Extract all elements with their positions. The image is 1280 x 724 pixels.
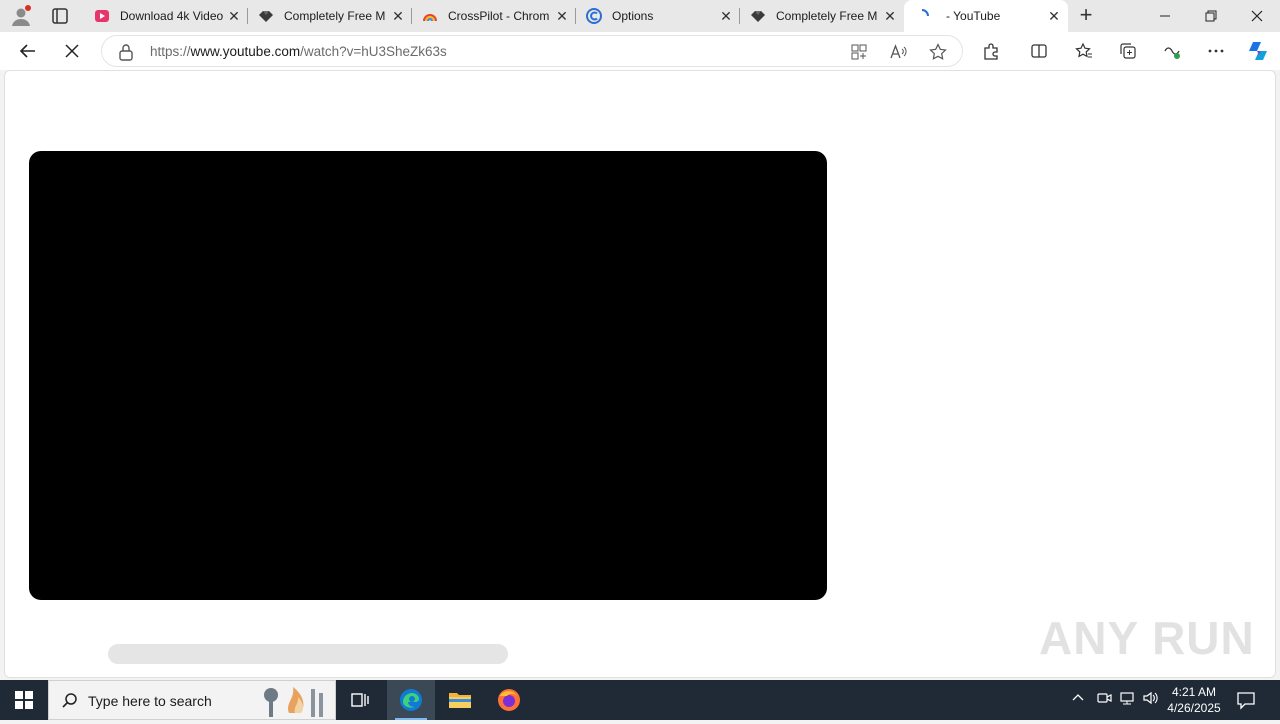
close-icon[interactable]: ✕ [554,8,570,24]
video-player[interactable] [29,151,827,600]
profile-avatar-icon[interactable] [10,5,32,27]
close-icon[interactable]: ✕ [226,8,242,24]
rainbow-logo-icon [422,8,438,24]
tab-title: Completely Free M [776,9,878,23]
read-aloud-icon[interactable] [888,42,908,62]
show-hidden-icons-chevron-icon[interactable] [1071,690,1085,709]
settings-more-button[interactable] [1204,39,1228,63]
youtube-download-icon [94,8,110,24]
search-icon [61,692,79,715]
restore-button[interactable] [1188,0,1234,32]
close-icon[interactable]: ✕ [1046,8,1062,24]
diamond-logo-icon [750,8,766,24]
new-tab-button[interactable]: + [1074,4,1098,28]
search-placeholder: Type here to search [88,693,212,709]
stop-loading-button[interactable] [60,39,84,63]
back-button[interactable] [16,39,40,63]
file-explorer-icon[interactable] [436,680,484,720]
tab-download-4k[interactable]: Download 4k Video ✕ [84,0,248,32]
tab-options[interactable]: Options ✕ [576,0,740,32]
navigation-bar: https://www.youtube.com/watch?v=hU3SheZk… [0,32,1280,70]
url-text[interactable]: https://www.youtube.com/watch?v=hU3SheZk… [150,44,447,59]
tab-completely-free-1[interactable]: Completely Free M ✕ [248,0,412,32]
tab-youtube[interactable]: - YouTube ✕ [904,0,1068,32]
tab-actions-icon[interactable] [50,6,70,26]
page-viewport: ANY RUN [4,70,1276,678]
address-bar[interactable]: https://www.youtube.com/watch?v=hU3SheZk… [101,35,963,67]
clock-date: 4/26/2025 [1167,701,1221,715]
extensions-button[interactable] [979,39,1003,63]
tab-completely-free-2[interactable]: Completely Free M ✕ [740,0,904,32]
copilot-icon[interactable] [1246,39,1270,63]
anyrun-watermark: ANY RUN [1039,612,1255,664]
diamond-logo-icon [258,8,274,24]
edge-taskbar-icon[interactable] [387,680,435,720]
clock-time: 4:21 AM [1171,685,1217,699]
close-icon[interactable]: ✕ [390,8,406,24]
search-highlight-icon [259,683,329,724]
tab-title: Completely Free M [284,9,386,23]
collections-button[interactable] [1116,39,1140,63]
taskbar-search-box[interactable]: Type here to search [48,680,336,720]
notification-icon[interactable] [1236,690,1256,715]
tab-title: CrossPilot - Chrom [448,9,550,23]
windows-start-button[interactable] [0,680,48,720]
favorite-star-icon[interactable] [928,42,948,62]
split-screen-button[interactable] [1027,39,1051,63]
firefox-icon[interactable] [485,680,533,720]
taskbar: Type here to search 4:21 AM 4/26/2025 [0,680,1280,720]
minimize-button[interactable] [1142,0,1188,32]
loading-icon [914,8,930,24]
tab-title: Options [612,9,654,23]
app-available-icon[interactable] [849,42,869,62]
tab-crosspilot[interactable]: CrossPilot - Chrom ✕ [412,0,576,32]
task-view-button[interactable] [336,680,384,720]
system-clock[interactable]: 4:21 AM 4/26/2025 [1162,684,1226,716]
tab-title: - YouTube [946,9,1001,23]
meet-now-icon[interactable] [1096,690,1112,711]
tab-title: Download 4k Video [120,9,224,23]
lock-icon[interactable] [118,43,134,66]
close-icon[interactable]: ✕ [882,8,898,24]
close-window-button[interactable] [1234,0,1280,32]
favorites-button[interactable] [1072,39,1096,63]
browser-essentials-button[interactable] [1160,39,1184,63]
network-icon[interactable] [1119,690,1135,711]
tab-strip: Download 4k Video ✕ Completely Free M ✕ … [0,0,1280,32]
volume-icon[interactable] [1142,690,1160,711]
title-placeholder [108,644,508,664]
options-c-icon [586,8,602,24]
close-icon[interactable]: ✕ [718,8,734,24]
